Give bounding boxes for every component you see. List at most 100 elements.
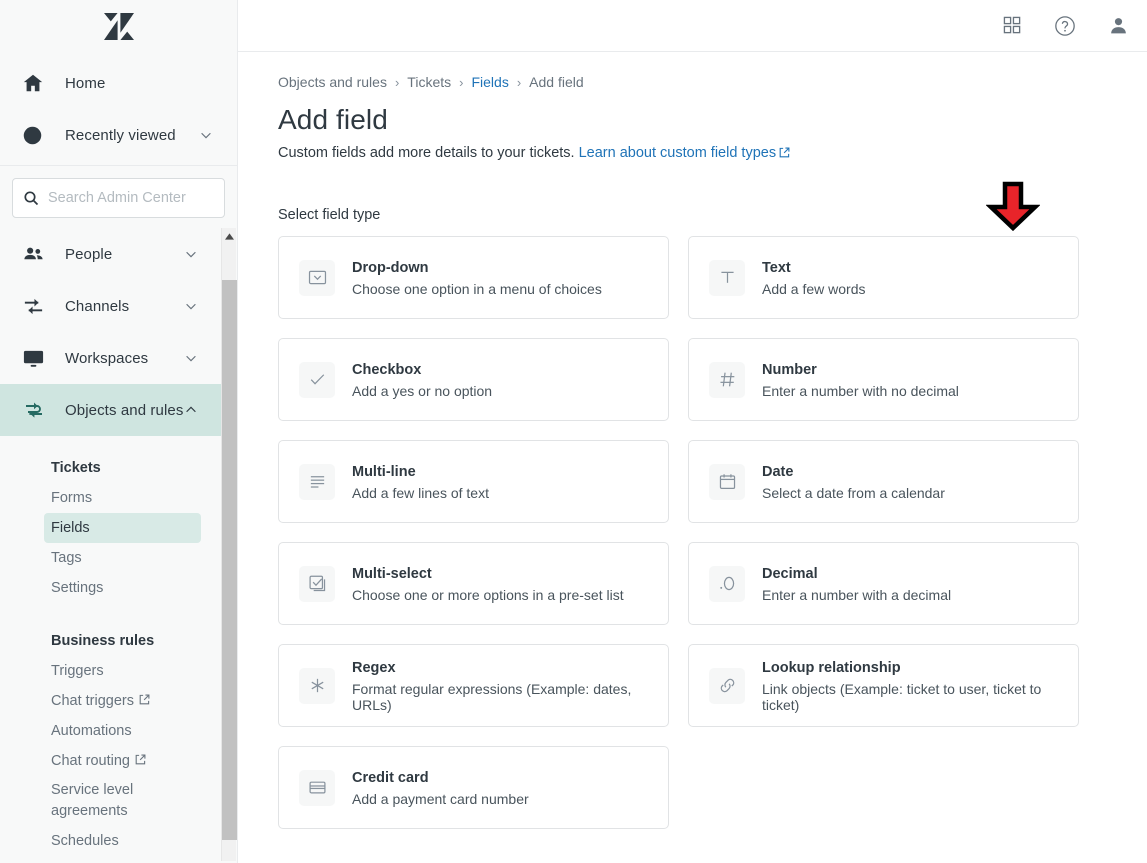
field-type-card-multi-select[interactable]: Multi-select Choose one or more options … [278, 542, 669, 625]
sidebar-item-triggers[interactable]: Triggers [44, 656, 201, 686]
scroll-up-arrow-icon[interactable] [222, 228, 236, 245]
sidebar-item-home[interactable]: Home [0, 57, 237, 109]
sidebar-item-people[interactable]: People [0, 228, 222, 280]
sidebar-item-service-level-agreements[interactable]: Service level agreements [44, 776, 201, 826]
card-text: Drop-down Choose one option in a menu of… [352, 259, 602, 297]
sidebar-item-workspaces[interactable]: Workspaces [0, 332, 222, 384]
calendar-icon [709, 463, 745, 500]
chevron-down-icon [184, 351, 200, 365]
card-title: Lookup relationship [762, 659, 901, 676]
card-title: Credit card [352, 769, 429, 786]
sidebar-item-tags[interactable]: Tags [44, 543, 201, 573]
sidebar-item-label: Home [65, 74, 106, 92]
number-icon [709, 361, 745, 398]
field-type-card-text[interactable]: Text Add a few words [688, 236, 1079, 319]
sidebar-item-label: Objects and rules [65, 401, 184, 419]
card-text: Decimal Enter a number with a decimal [762, 565, 951, 603]
multiline-icon [299, 463, 335, 500]
sidebar-item-label: Recently viewed [65, 126, 176, 144]
field-type-card-regex[interactable]: Regex Format regular expressions (Exampl… [278, 644, 669, 727]
field-type-card-checkbox[interactable]: Checkbox Add a yes or no option [278, 338, 669, 421]
page-content: Objects and rules › Tickets › Fields › A… [238, 52, 1147, 829]
external-link-icon [139, 693, 150, 709]
sidebar-nav-sections: People Channels Workspaces Objects and r… [0, 228, 222, 856]
sidebar-item-schedules[interactable]: Schedules [44, 826, 201, 856]
breadcrumb-item-fields[interactable]: Fields [471, 74, 508, 90]
chevron-down-icon [184, 299, 200, 313]
field-type-grid: Drop-down Choose one option in a menu of… [278, 236, 1147, 829]
card-text: Lookup relationship Link objects (Exampl… [762, 659, 1058, 713]
field-type-card-lookup-relationship[interactable]: Lookup relationship Link objects (Exampl… [688, 644, 1079, 727]
sidebar-item-settings[interactable]: Settings [44, 573, 201, 603]
sidebar-item-recently-viewed[interactable]: Recently viewed [0, 109, 237, 161]
zendesk-logo[interactable] [0, 0, 237, 53]
card-title: Decimal [762, 565, 818, 582]
card-title: Regex [352, 659, 396, 676]
sidebar-item-channels[interactable]: Channels [0, 280, 222, 332]
card-description: Format regular expressions (Example: dat… [352, 680, 632, 713]
dropdown-icon [299, 259, 335, 296]
sidebar-item-label: Settings [51, 580, 104, 596]
field-type-card-date[interactable]: Date Select a date from a calendar [688, 440, 1079, 523]
sidebar-item-label: Schedules [51, 833, 119, 849]
card-title: Date [762, 463, 794, 480]
sidebar-item-chat-routing[interactable]: Chat routing [44, 746, 201, 776]
breadcrumb-item-tickets[interactable]: Tickets [407, 74, 451, 90]
card-text: Multi-line Add a few lines of text [352, 463, 489, 501]
field-type-card-credit-card[interactable]: Credit card Add a payment card number [278, 746, 669, 829]
page-subtitle: Custom fields add more details to your t… [278, 145, 1147, 162]
card-text: Regex Format regular expressions (Exampl… [352, 659, 648, 713]
sidebar-primary-nav: Home Recently viewed [0, 53, 237, 161]
sidebar-item-forms[interactable]: Forms [44, 483, 201, 513]
sidebar-item-label: Workspaces [65, 349, 149, 367]
channels-icon [22, 295, 48, 318]
sidebar-item-label: Service level agreements [51, 782, 134, 819]
user-avatar-icon[interactable] [1108, 15, 1129, 36]
card-description: Enter a number with no decimal [762, 382, 959, 399]
sidebar-item-automations[interactable]: Automations [44, 716, 201, 746]
sidebar-scrollbar[interactable] [221, 228, 237, 861]
card-description: Add a few words [762, 280, 866, 297]
card-description: Add a few lines of text [352, 484, 489, 501]
scrollbar-thumb[interactable] [222, 280, 237, 840]
objects-and-rules-icon [22, 398, 48, 422]
search-box[interactable] [12, 178, 225, 218]
workspaces-icon [22, 347, 48, 370]
sidebar-scroll-region: People Channels Workspaces Objects and r… [0, 228, 237, 861]
chevron-down-icon [184, 247, 200, 261]
link-icon [709, 667, 745, 704]
decimal-icon [709, 565, 745, 602]
sidebar-item-objects-and-rules[interactable]: Objects and rules [0, 384, 222, 436]
card-description: Add a yes or no option [352, 382, 493, 399]
apps-grid-icon[interactable] [1003, 16, 1022, 35]
multiselect-icon [299, 565, 335, 602]
search-input[interactable] [48, 190, 214, 206]
sidebar-group-heading-tickets: Tickets [51, 459, 101, 476]
breadcrumb-item-objects-and-rules[interactable]: Objects and rules [278, 74, 387, 90]
card-text: Checkbox Add a yes or no option [352, 361, 492, 399]
field-type-card-multi-line[interactable]: Multi-line Add a few lines of text [278, 440, 669, 523]
main-content: Objects and rules › Tickets › Fields › A… [238, 0, 1147, 863]
learn-about-custom-field-types-link[interactable]: Learn about custom field types [579, 145, 776, 161]
credit-card-icon [299, 769, 335, 806]
sidebar-item-fields[interactable]: Fields [44, 513, 201, 543]
help-icon[interactable] [1054, 15, 1076, 37]
card-title: Number [762, 361, 817, 378]
breadcrumb: Objects and rules › Tickets › Fields › A… [278, 74, 1147, 90]
card-text: Number Enter a number with no decimal [762, 361, 959, 399]
sidebar-item-label: Fields [51, 520, 90, 536]
sidebar-item-label: Channels [65, 297, 130, 315]
field-type-card-drop-down[interactable]: Drop-down Choose one option in a menu of… [278, 236, 669, 319]
sidebar-item-chat-triggers[interactable]: Chat triggers [44, 686, 201, 716]
card-title: Multi-line [352, 463, 416, 480]
home-icon [22, 72, 48, 94]
sidebar-item-label: Chat triggers [51, 693, 135, 709]
field-type-card-decimal[interactable]: Decimal Enter a number with a decimal [688, 542, 1079, 625]
text-icon [709, 259, 745, 296]
card-text: Date Select a date from a calendar [762, 463, 945, 501]
page-title: Add field [278, 104, 388, 135]
field-type-card-number[interactable]: Number Enter a number with no decimal [688, 338, 1079, 421]
card-description: Choose one option in a menu of choices [352, 280, 602, 297]
card-description: Choose one or more options in a pre-set … [352, 586, 624, 603]
card-text: Multi-select Choose one or more options … [352, 565, 624, 603]
